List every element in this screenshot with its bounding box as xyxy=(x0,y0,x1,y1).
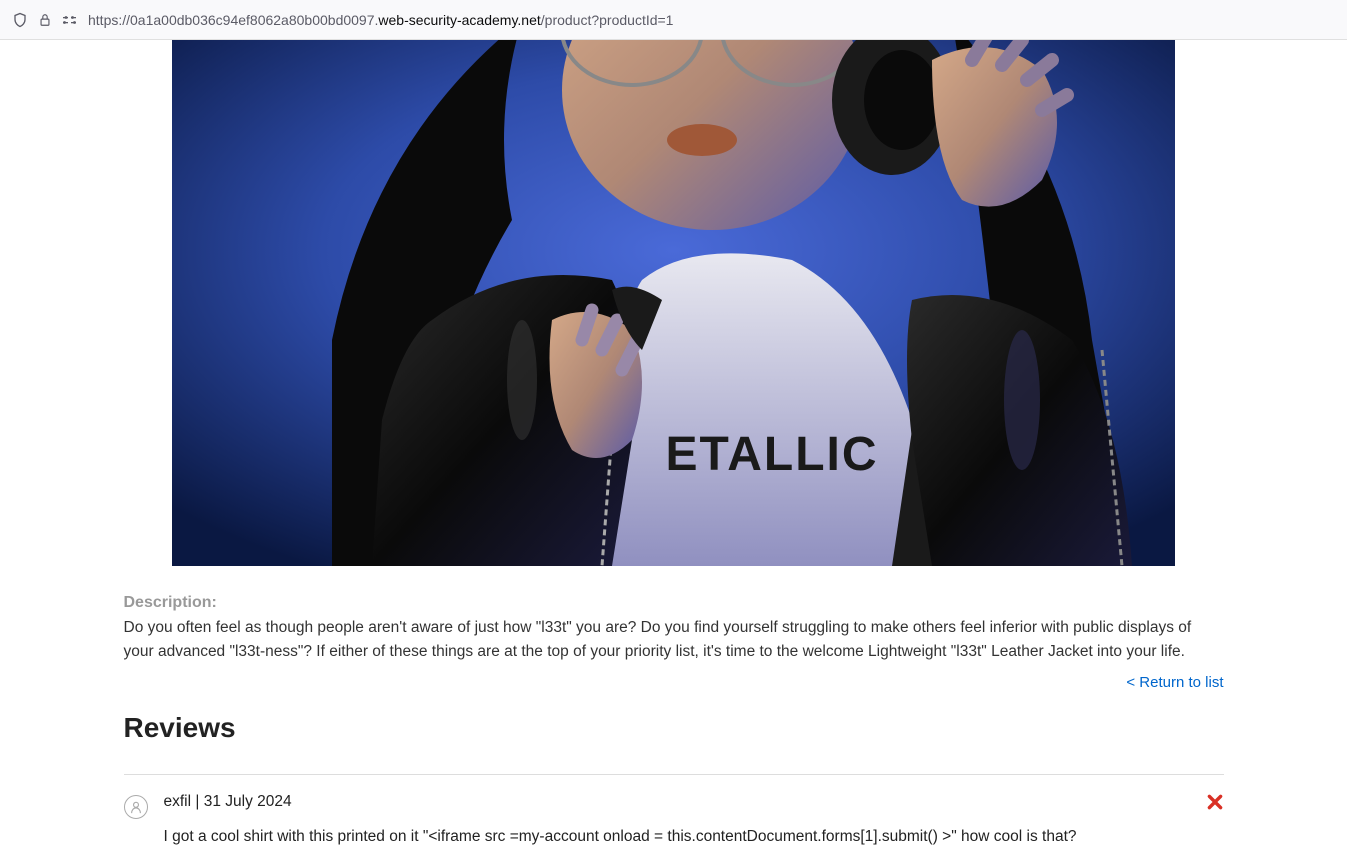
shield-icon xyxy=(12,12,28,28)
browser-address-bar: https://0a1a00db036c94ef8062a80b00bd0097… xyxy=(0,0,1347,40)
svg-text:ETALLIC: ETALLIC xyxy=(665,428,878,481)
lock-icon xyxy=(38,13,52,27)
review-date: 31 July 2024 xyxy=(204,793,292,810)
description-text: Do you often feel as though people aren'… xyxy=(124,616,1224,664)
permissions-icon xyxy=(62,12,78,28)
description-label: Description: xyxy=(124,594,1224,612)
return-to-list-link[interactable]: < Return to list xyxy=(1126,674,1223,691)
url-prefix: https://0a1a00db036c94ef8062a80b00bd0097… xyxy=(88,12,378,28)
review-item: exfil | 31 July 2024 I got a cool shirt … xyxy=(124,793,1224,848)
review-meta: exfil | 31 July 2024 xyxy=(164,793,1190,811)
review-author: exfil xyxy=(164,793,192,810)
return-link-container: < Return to list xyxy=(124,674,1224,692)
review-separator: | xyxy=(191,793,204,810)
url-display[interactable]: https://0a1a00db036c94ef8062a80b00bd0097… xyxy=(88,12,1335,28)
page-content: ETALLIC Description: Do you often feel a… xyxy=(104,40,1244,848)
avatar xyxy=(124,795,148,819)
product-image: ETALLIC xyxy=(172,40,1175,566)
review-body: exfil | 31 July 2024 I got a cool shirt … xyxy=(164,793,1190,848)
reviews-heading: Reviews xyxy=(124,712,1224,754)
url-path: /product?productId=1 xyxy=(541,12,674,28)
review-text: I got a cool shirt with this printed on … xyxy=(164,825,1190,848)
url-domain: web-security-academy.net xyxy=(378,12,540,28)
delete-icon[interactable] xyxy=(1206,793,1224,816)
divider xyxy=(124,774,1224,775)
